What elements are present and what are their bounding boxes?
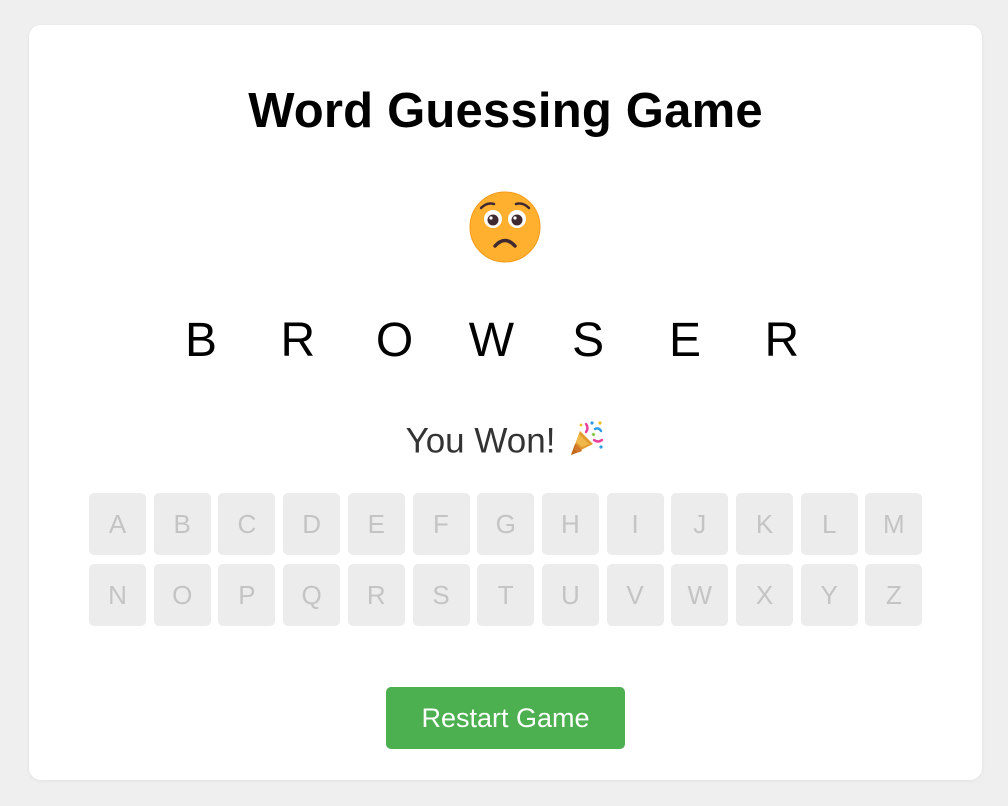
word-letter: R xyxy=(280,314,316,367)
word-letter: R xyxy=(764,314,800,367)
restart-button[interactable]: Restart Game xyxy=(386,687,625,749)
letter-key-q[interactable]: Q xyxy=(283,564,341,626)
letter-key-z[interactable]: Z xyxy=(865,564,923,626)
letter-key-p[interactable]: P xyxy=(218,564,276,626)
letter-key-l[interactable]: L xyxy=(800,493,858,555)
letter-key-i[interactable]: I xyxy=(606,493,664,555)
letter-key-o[interactable]: O xyxy=(153,564,211,626)
party-popper-icon xyxy=(571,421,604,455)
letter-key-g[interactable]: G xyxy=(477,493,535,555)
letter-key-h[interactable]: H xyxy=(541,493,599,555)
word-letter: S xyxy=(572,314,605,367)
letter-key-m[interactable]: M xyxy=(865,493,923,555)
game-card: Word Guessing Game BROWSER You Won! A B … xyxy=(29,25,982,780)
letter-key-v[interactable]: V xyxy=(606,564,664,626)
word-letter: E xyxy=(668,314,701,367)
letter-key-n[interactable]: N xyxy=(89,564,146,626)
letter-key-d[interactable]: D xyxy=(283,493,341,555)
letter-key-x[interactable]: X xyxy=(736,564,793,626)
word-letter: W xyxy=(468,314,515,367)
letter-key-k[interactable]: K xyxy=(736,493,793,555)
word-letter: O xyxy=(375,314,414,367)
letter-key-b[interactable]: B xyxy=(153,493,211,555)
status-text: You Won! xyxy=(405,421,556,461)
page-title: Word Guessing Game xyxy=(248,84,763,138)
game-status: You Won! xyxy=(29,421,982,459)
word-display: BROWSER xyxy=(29,317,982,377)
letter-key-r[interactable]: R xyxy=(347,564,405,626)
letter-key-a[interactable]: A xyxy=(89,493,146,555)
letter-key-e[interactable]: E xyxy=(347,493,405,555)
pleading-face-icon xyxy=(469,191,541,263)
letter-key-y[interactable]: Y xyxy=(800,564,858,626)
letter-key-w[interactable]: W xyxy=(671,564,729,626)
letter-key-j[interactable]: J xyxy=(671,493,729,555)
letter-key-u[interactable]: U xyxy=(541,564,599,626)
letter-key-f[interactable]: F xyxy=(412,493,470,555)
word-letter: B xyxy=(184,314,217,367)
letter-key-t[interactable]: T xyxy=(477,564,535,626)
letter-key-c[interactable]: C xyxy=(218,493,276,555)
letter-key-s[interactable]: S xyxy=(412,564,470,626)
